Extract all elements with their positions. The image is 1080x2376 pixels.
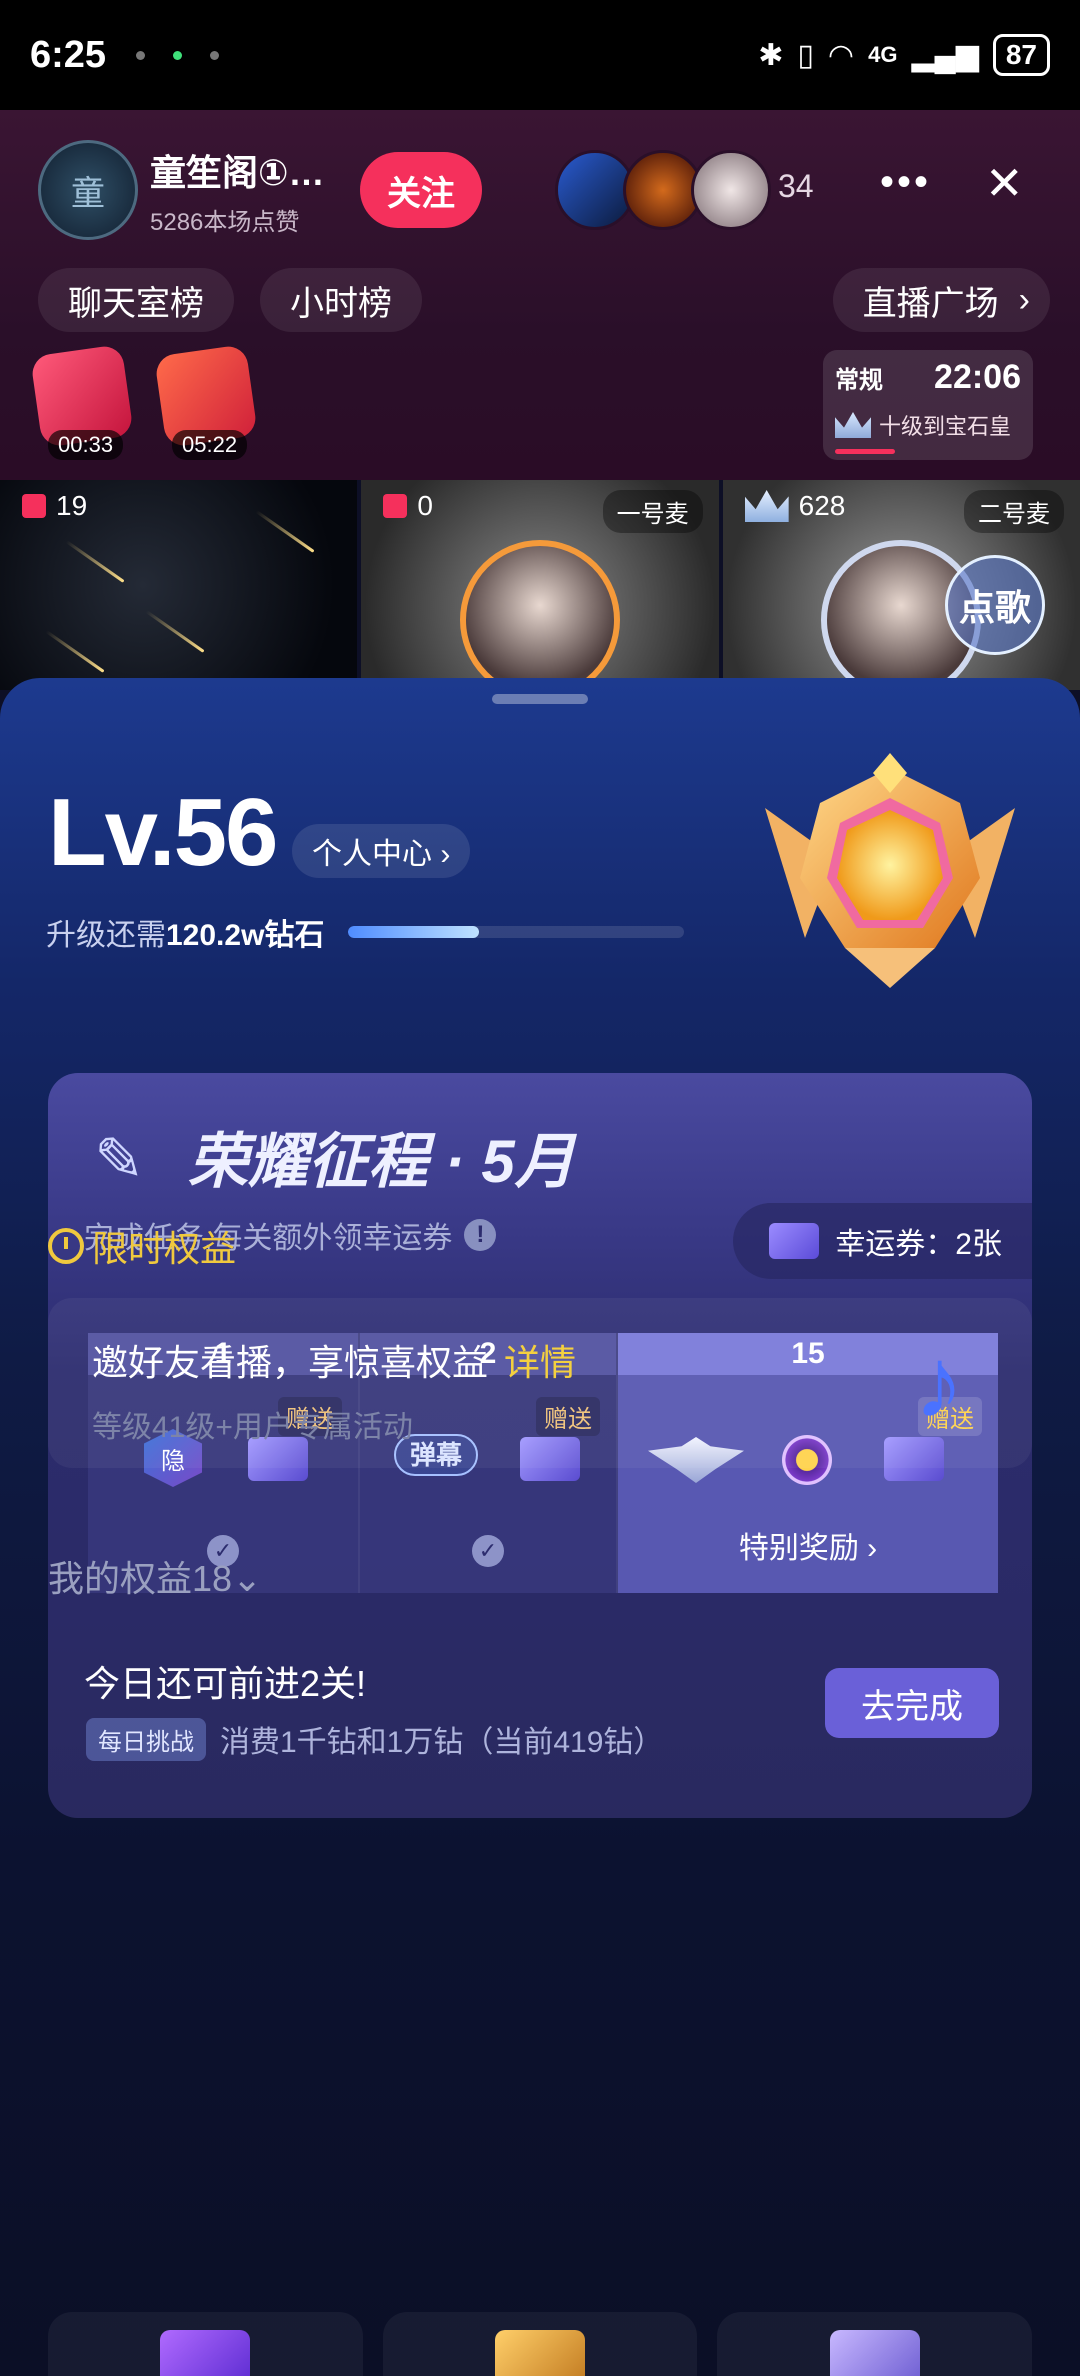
ticket-count: 幸运券：2张: [835, 1228, 1002, 1261]
gift-icon: [22, 494, 46, 518]
tab-hourly-rank[interactable]: 小时榜: [260, 268, 422, 332]
seat-avatar[interactable]: [459, 540, 620, 690]
rights-card[interactable]: [717, 2312, 1033, 2376]
invite-subtitle: 等级41级+用户专属活动: [92, 1411, 413, 1444]
more-icon[interactable]: •••: [880, 160, 931, 205]
limited-benefits-title: 限时权益: [48, 1220, 236, 1272]
rights-card[interactable]: [48, 2312, 363, 2376]
tab-chatroom-rank[interactable]: 聊天室榜: [38, 268, 234, 332]
anchor-info[interactable]: 童 童笙阁①… 5286本场点赞: [38, 140, 324, 240]
anchor-likes: 5286本场点赞: [150, 208, 300, 236]
info-icon[interactable]: !: [464, 1219, 497, 1251]
mode-label: 常规: [835, 367, 883, 394]
live-plaza-label: 直播广场: [862, 284, 999, 323]
system-icons: ✱ ▯ ◠ 4G ▂▄▆ 87: [758, 34, 1050, 76]
mic-seats: 19 0 一号麦 628 二号麦: [0, 480, 1080, 690]
crown-icon: [744, 490, 789, 522]
mode-task: 十级到宝石皇: [879, 414, 1012, 439]
gift-timer: 00:33: [48, 430, 124, 460]
rights-shield-icon: [495, 2330, 585, 2376]
gift-box-1[interactable]: 00:33: [30, 344, 136, 460]
bluetooth-icon: ✱: [758, 38, 784, 72]
network-label: 4G: [868, 42, 898, 67]
rights-badge-icon: [160, 2330, 251, 2376]
go-complete-button[interactable]: 去完成: [825, 1668, 999, 1738]
seat-gift-count: 628: [744, 490, 845, 522]
rights-gift-icon: [829, 2330, 920, 2376]
mic-seat-1[interactable]: 0 一号麦: [361, 480, 719, 690]
lucky-ticket-pill[interactable]: 幸运券：2张: [733, 1203, 1032, 1279]
rights-cards: [48, 2312, 1033, 2376]
level-progress-bar: [348, 926, 684, 938]
signal-icon: ▂▄▆: [911, 38, 979, 72]
notification-icons: [136, 50, 220, 60]
gift-icon: [383, 494, 408, 518]
live-room-header: 童 童笙阁①… 5286本场点赞 关注 34 ••• ✕ 聊天室榜 小时榜 直播…: [0, 110, 1080, 480]
drag-handle[interactable]: [492, 694, 588, 704]
live-plaza-button[interactable]: 直播广场 ›: [832, 268, 1050, 332]
song-request-button[interactable]: 点歌: [945, 555, 1045, 655]
alarm-clock-icon: [48, 1228, 84, 1264]
today-progress-text: 今日还可前进2关!: [84, 1663, 367, 1704]
anchor-avatar[interactable]: 童: [38, 140, 138, 240]
level-sheet: Lv.56 个人中心 › 升级还需120.2w钻石 ✎ 荣耀征程 · 5月 完成…: [0, 678, 1080, 2376]
mode-clock: 22:06: [934, 358, 1021, 396]
gift-timer: 05:22: [172, 430, 248, 460]
level-title: Lv.56: [48, 779, 278, 886]
feather-icon: ✎: [94, 1126, 145, 1193]
gift-box-2[interactable]: 05:22: [154, 344, 260, 460]
level-progress-fill: [348, 926, 480, 938]
mic-seat-host[interactable]: 19: [0, 480, 358, 690]
my-rights-toggle[interactable]: 我的权益18⌄: [48, 1550, 262, 1602]
notification-icon: [136, 50, 146, 60]
tiktok-logo-icon: ♪: [914, 1327, 964, 1439]
viewer-avatars[interactable]: [555, 150, 771, 230]
daily-challenge-text: 消费1千钻和1万钻（当前419钻）: [220, 1726, 664, 1759]
details-link[interactable]: 详情: [504, 1342, 576, 1383]
anchor-name: 童笙阁①…: [150, 151, 325, 193]
vibrate-icon: ▯: [797, 38, 814, 72]
honor-title: 荣耀征程 · 5月: [188, 1128, 575, 1195]
mic-label: 一号麦: [602, 490, 703, 533]
status-bar: 6:25 ✱ ▯ ◠ 4G ▂▄▆ 87: [0, 0, 1080, 110]
ticket-icon: [769, 1223, 820, 1259]
personal-center-button[interactable]: 个人中心 ›: [292, 824, 471, 878]
rights-card[interactable]: [382, 2312, 698, 2376]
crown-icon: [835, 412, 871, 438]
level-medal-icon: [765, 753, 1015, 988]
invite-title: 邀好友看播，享惊喜权益 详情: [92, 1342, 577, 1383]
seat-gift-count: 0: [383, 490, 433, 522]
mic-label: 二号麦: [963, 490, 1064, 533]
daily-challenge-tag: 每日挑战: [86, 1718, 206, 1761]
upgrade-hint: 升级还需120.2w钻石: [46, 919, 325, 952]
invite-friends-card[interactable]: 邀好友看播，享惊喜权益 详情 等级41级+用户专属活动 ♪: [48, 1298, 1032, 1468]
viewer-count[interactable]: 34: [778, 168, 814, 205]
clock-time: 6:25: [30, 33, 107, 76]
check-icon: ✓: [472, 1535, 504, 1567]
close-icon[interactable]: ✕: [985, 156, 1024, 210]
mode-card[interactable]: 常规 22:06 十级到宝石皇: [823, 350, 1033, 460]
battery-icon: 87: [992, 34, 1050, 76]
notification-icon: [210, 50, 220, 60]
follow-button[interactable]: 关注: [360, 152, 482, 228]
special-reward-link[interactable]: 特别奖励 ›: [618, 1523, 998, 1567]
notification-icon: [173, 50, 183, 60]
mode-progress: [835, 449, 895, 454]
seat-gift-count: 19: [22, 490, 87, 522]
viewer-avatar[interactable]: [691, 150, 771, 230]
chevron-right-icon: ›: [1018, 280, 1030, 319]
wifi-icon: ◠: [827, 38, 855, 72]
